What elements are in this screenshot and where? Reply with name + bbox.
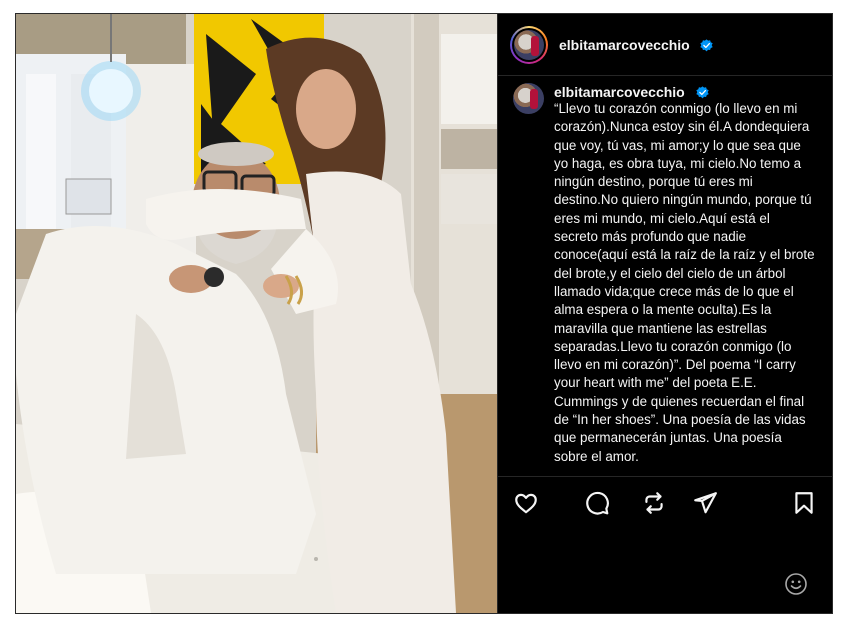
comment-button[interactable]	[584, 490, 610, 516]
save-button[interactable]	[791, 490, 817, 516]
post-header: elbitamarcovecchio	[498, 14, 832, 76]
author-username[interactable]: elbitamarcovecchio	[559, 37, 690, 53]
repost-icon	[645, 492, 663, 514]
avatar-image	[514, 30, 544, 60]
send-button[interactable]	[692, 490, 718, 516]
post-caption: “Llevo tu corazón conmigo (lo llevo en m…	[554, 101, 815, 464]
instagram-post: elbitamarcovecchio elbitamarcovecchio “L…	[15, 13, 833, 614]
heart-icon	[515, 493, 537, 514]
repost-button[interactable]	[641, 490, 667, 516]
bookmark-icon	[795, 492, 813, 514]
caption-username[interactable]: elbitamarcovecchio	[554, 84, 685, 100]
comment-bubble-icon	[586, 491, 609, 515]
verified-badge-icon	[696, 86, 709, 99]
verified-badge-icon	[700, 39, 713, 52]
post-actions	[498, 476, 832, 536]
emoji-button[interactable]	[784, 572, 808, 596]
caption-avatar[interactable]	[513, 83, 544, 114]
post-details-panel: elbitamarcovecchio elbitamarcovecchio “L…	[497, 14, 832, 613]
like-button[interactable]	[513, 490, 539, 516]
post-photo[interactable]	[16, 14, 497, 613]
author-avatar[interactable]	[510, 26, 548, 64]
emoji-smile-icon	[785, 573, 807, 595]
page-frame: elbitamarcovecchio elbitamarcovecchio “L…	[0, 0, 857, 626]
photo-illustration	[16, 14, 497, 613]
paper-plane-icon	[694, 492, 717, 514]
